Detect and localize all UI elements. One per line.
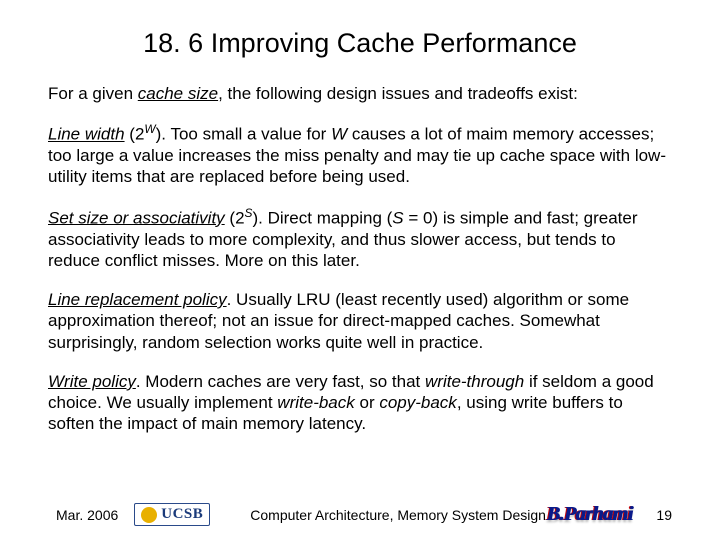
- p1-term: Line width: [48, 125, 125, 144]
- footer-author: B.Parhami: [546, 503, 632, 526]
- intro-paragraph: For a given cache size, the following de…: [48, 83, 672, 104]
- intro-post: , the following design issues and tradeo…: [218, 84, 578, 103]
- paragraph-replacement: Line replacement policy. Usually LRU (le…: [48, 289, 672, 353]
- slide-footer: Mar. 2006 UCSB Computer Architecture, Me…: [0, 503, 720, 526]
- p2-rest: ). Direct mapping (: [252, 208, 392, 227]
- footer-center: Computer Architecture, Memory System Des…: [250, 507, 546, 523]
- p4-cb: copy-back: [379, 393, 456, 412]
- p3-term: Line replacement policy: [48, 290, 227, 309]
- intro-term: cache size: [138, 84, 218, 103]
- ucsb-logo: UCSB: [134, 503, 210, 526]
- ucsb-seal-icon: [141, 507, 157, 523]
- p2-var: S: [392, 208, 403, 227]
- p1-sup: W: [144, 122, 155, 136]
- paragraph-set-size: Set size or associativity (2 S). Direct m…: [48, 206, 672, 271]
- p4-wb: write-back: [277, 393, 354, 412]
- footer-date: Mar. 2006: [56, 507, 118, 523]
- p1-var: W: [331, 125, 347, 144]
- p1-mid: (2: [125, 125, 145, 144]
- ucsb-text: UCSB: [161, 506, 203, 523]
- p2-mid: (2: [225, 208, 245, 227]
- p4-wt: write-through: [425, 372, 524, 391]
- paragraph-line-width: Line width (2W). Too small a value for W…: [48, 122, 672, 187]
- paragraph-write-policy: Write policy. Modern caches are very fas…: [48, 371, 672, 435]
- p2-term: Set size or associativity: [48, 208, 225, 227]
- footer-page-number: 19: [656, 507, 672, 523]
- p1-rest: ). Too small a value for: [156, 125, 331, 144]
- slide-title: 18. 6 Improving Cache Performance: [48, 28, 672, 59]
- p4-a: . Modern caches are very fast, so that: [136, 372, 425, 391]
- p4-term: Write policy: [48, 372, 136, 391]
- intro-pre: For a given: [48, 84, 138, 103]
- p4-c: or: [355, 393, 380, 412]
